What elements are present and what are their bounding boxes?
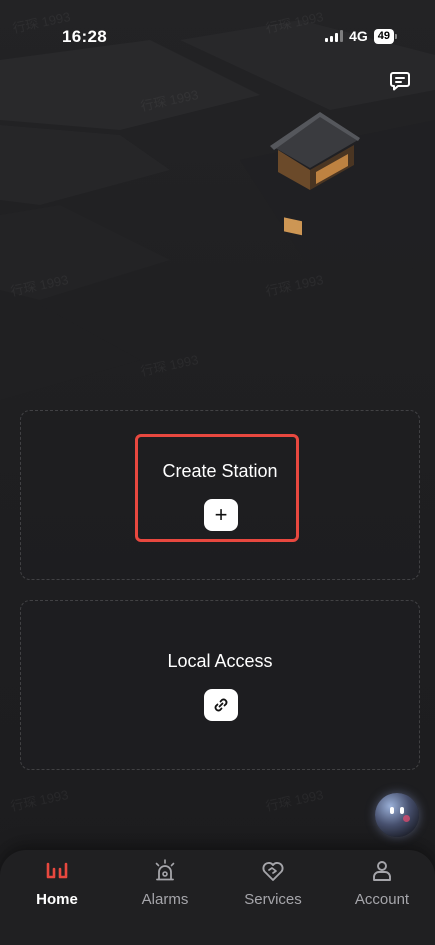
tab-services[interactable]: Services: [228, 858, 318, 916]
battery-level: 49: [373, 28, 394, 44]
tab-services-label: Services: [244, 891, 302, 908]
message-button[interactable]: [389, 70, 411, 92]
local-access-button[interactable]: [204, 689, 238, 721]
signal-icon: [325, 30, 344, 42]
user-icon: [373, 861, 391, 881]
tab-account-label: Account: [354, 891, 410, 908]
status-bar: 16:28 4G 49: [0, 0, 435, 70]
status-time: 16:28: [62, 27, 107, 46]
alarm-siren-icon: [155, 859, 175, 881]
status-indicators: 4G 49: [325, 28, 397, 44]
app-screen: 行琛 1993 行琛 1993 行琛 1993 行琛 1993 行琛 1993 …: [0, 0, 435, 945]
tab-alarms[interactable]: Alarms: [120, 858, 210, 916]
link-icon: [214, 698, 228, 712]
assistant-eye: [390, 807, 394, 814]
tab-home-label: Home: [36, 891, 78, 908]
tab-account[interactable]: Account: [337, 858, 427, 916]
home-logo-icon: [46, 862, 68, 879]
battery-icon: 49: [373, 28, 397, 44]
network-type: 4G: [349, 28, 368, 44]
bottom-tab-bar: Home Alarms Services Account: [0, 850, 435, 945]
local-access-card[interactable]: Local Access: [20, 600, 420, 770]
highlight-box: [135, 434, 299, 542]
assistant-glow: [403, 815, 410, 822]
local-access-title: Local Access: [167, 651, 273, 671]
assistant-eye: [400, 807, 404, 814]
tab-home[interactable]: Home: [12, 858, 102, 916]
heart-handshake-icon: [262, 861, 284, 881]
message-square-icon: [390, 72, 410, 91]
tab-alarms-label: Alarms: [141, 891, 189, 908]
assistant-orb-button[interactable]: [375, 793, 419, 837]
